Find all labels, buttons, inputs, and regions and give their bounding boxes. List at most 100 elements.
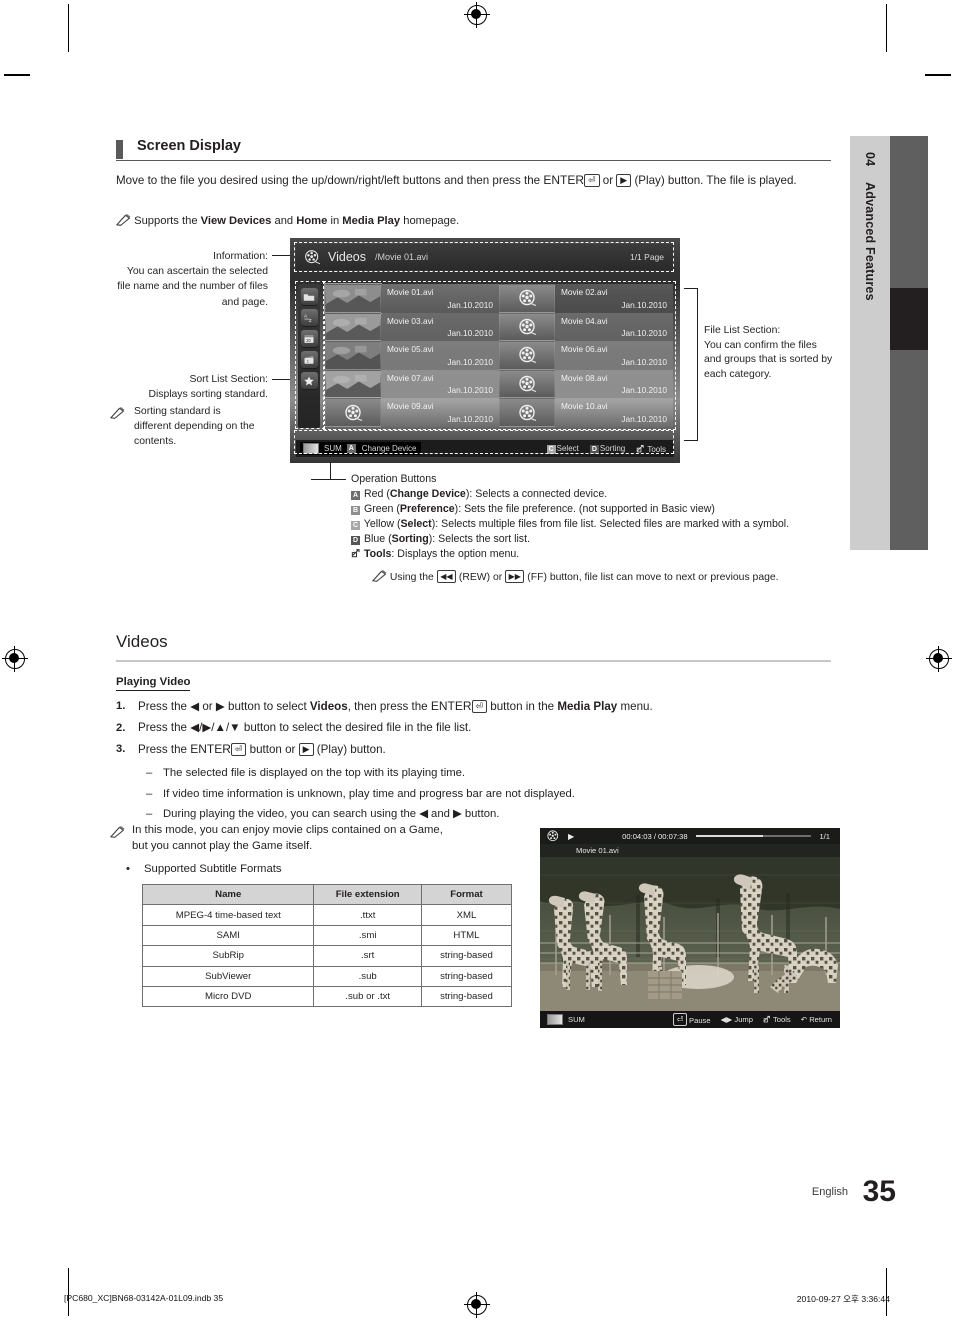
film-reel-icon: [547, 829, 559, 841]
step-3-enter: ENTER: [190, 742, 231, 756]
tv-screen-mockup: Videos /Movie 01.avi 1/1 Page AZ 30 1 Mo…: [290, 238, 680, 463]
table-row: SubRip .srt string-based: [141, 945, 513, 967]
registration-mark-bottom: [464, 1292, 490, 1318]
jump-label: Jump: [734, 1015, 753, 1024]
table-cell-name: MPEG-4 time-based text: [141, 904, 315, 926]
game-note-line2: but you cannot play the Game itself.: [132, 840, 313, 852]
subtitle-formats-bullet: • Supported Subtitle Formats: [126, 861, 526, 877]
intro-text-3: (Play) button. The file is played.: [631, 174, 797, 187]
operation-button-item: C Yellow (Select): Selects multiple file…: [351, 518, 790, 530]
play-key-icon: ▶: [298, 743, 314, 756]
step-1-t6: menu.: [617, 700, 653, 713]
print-slug-right: 2010-09-27 오후 3:36:44: [796, 1294, 890, 1304]
note-ff-text-3: ) button, file list can move to next or …: [543, 572, 779, 584]
return-button[interactable]: ↶ Return: [801, 1015, 832, 1024]
step-2-t1: Press the: [138, 721, 191, 734]
op-action-sorting: Sorting: [391, 533, 429, 545]
registration-mark-top: [464, 2, 490, 28]
direction-arrows-icon: ◀/▶/▲/▼: [190, 721, 241, 734]
callout-information-line2: You can ascertain the selected: [126, 266, 268, 278]
intro-text-1: Move to the file you desired using the u…: [116, 174, 544, 187]
note-text-4: homepage.: [400, 215, 460, 228]
table-cell-format: XML: [420, 904, 513, 926]
pause-button[interactable]: ⏎ Pause: [673, 1013, 711, 1026]
enter-key-icon: ⏎: [230, 743, 247, 756]
callout-sort-note-line1: Sorting standard is: [134, 406, 221, 417]
table-cell-extension: .ttxt: [313, 904, 422, 926]
callout-file-list: File List Section: You can confirm the f…: [704, 324, 849, 382]
giraffe-video-frame: [540, 857, 840, 1011]
op-action-tools: Tools: [363, 548, 392, 560]
dash-marker: –: [146, 767, 153, 779]
tools-icon: [763, 1015, 770, 1023]
enter-label: ENTER: [543, 173, 584, 187]
player-filename-bar: Movie 01.avi: [540, 844, 840, 857]
op-desc-sorting: Selects the sort list.: [438, 533, 530, 545]
right-arrow-icon: ▶: [215, 700, 225, 713]
video-player-mockup: ▶ 00:04:03 / 00:07:38 1/1 Movie 01.avi S…: [540, 828, 840, 1028]
operation-buttons-leader-h: [311, 479, 346, 480]
yellow-key-icon: C: [351, 521, 360, 530]
fast-forward-key-icon: ▶▶: [505, 570, 525, 584]
table-row: SAMI .smi HTML: [141, 924, 513, 947]
step-3-number: 3.: [116, 743, 126, 755]
table-body: MPEG-4 time-based text .ttxt XML SAMI .smi HT…: [141, 904, 513, 1008]
step-3-t3: (Play) button.: [313, 743, 386, 756]
dash-marker: –: [146, 787, 153, 800]
bullet-text-1: The selected file is displayed on the to…: [163, 767, 466, 779]
op-action-change-device: Change Device: [389, 488, 466, 500]
callout-file-list-leader-top: [684, 288, 698, 289]
table-cell-format: string-based: [420, 985, 513, 1008]
player-page: 1/1: [819, 831, 830, 841]
file-list-highlight-box: [323, 281, 676, 430]
op-color-blue: Blue: [363, 533, 386, 545]
step-3: 3. Press the ENTER ⏎ button or ▶ (Play) b…: [116, 741, 831, 758]
operation-button-item: A Red (Change Device): Selects a connect…: [351, 488, 608, 500]
table-header-extension: File extension: [313, 883, 422, 906]
op-color-green: Green: [363, 503, 394, 515]
table-cell-extension: .sub or .txt: [313, 985, 422, 1008]
crop-mark-top-right-h: [925, 74, 951, 76]
step-1-t1: Press the: [138, 700, 191, 713]
step-1-t3: button to select: [224, 700, 310, 713]
playing-video-steps: 1. Press the ◀ or ▶ button to select Vid…: [116, 698, 831, 827]
playing-video-subheading: Playing Video: [116, 676, 191, 691]
tools-button[interactable]: Tools: [763, 1015, 791, 1024]
heading-accent-bar: [116, 140, 123, 159]
bullet-item: – The selected file is displayed on the t…: [144, 765, 831, 781]
intro-paragraph: Move to the file you desired using the u…: [116, 172, 832, 189]
table-cell-name: SubViewer: [141, 965, 315, 987]
step-1: 1. Press the ◀ or ▶ button to select Vid…: [116, 698, 831, 715]
progress-bar[interactable]: [695, 835, 812, 837]
blue-key-icon: D: [351, 536, 360, 545]
videos-heading: Videos: [116, 632, 168, 651]
table-cell-extension: .srt: [313, 945, 422, 967]
step-2: 2. Press the ◀/▶/▲/▼ button to select th…: [116, 720, 831, 736]
callout-sort-note: Sorting standard is different depending …: [110, 404, 280, 449]
table-cell-extension: .sub: [313, 965, 422, 987]
player-footer-bar: SUM ⏎ Pause ◀▶ Jump Tools ↶ Return: [540, 1011, 840, 1028]
callout-file-list-line2: You can confirm the files: [704, 339, 817, 351]
callout-file-list-leader-bottom: [684, 440, 698, 441]
op-action-preference: Preference: [399, 503, 455, 515]
green-key-icon: B: [351, 506, 360, 515]
bullet-text-3: During playing the video, you can search…: [163, 808, 500, 820]
callout-file-list-line1: File List Section:: [704, 325, 781, 336]
subtitle-bullet-text: Supported Subtitle Formats: [144, 863, 282, 875]
table-cell-format: HTML: [420, 924, 513, 947]
jump-button[interactable]: ◀▶ Jump: [721, 1015, 753, 1024]
videos-heading-rule: [116, 660, 831, 662]
rewind-key-icon: ◀◀: [436, 570, 456, 584]
subtitle-formats-table: Name File extension Format MPEG-4 time-b…: [141, 883, 513, 1008]
player-filename: Movie 01.avi: [576, 846, 619, 855]
pencil-note-icon-4: [110, 825, 125, 838]
table-header-row: Name File extension Format: [141, 883, 513, 906]
step-1-t2: or: [199, 700, 216, 713]
table-cell-name: SubRip: [141, 945, 315, 967]
step-1-number: 1.: [116, 700, 126, 712]
jump-arrows-icon: ◀▶: [720, 1015, 733, 1024]
operation-buttons-leader-v: [330, 462, 331, 479]
chapter-tab: 04 Advanced Features: [850, 136, 890, 550]
progress-fill: [695, 835, 763, 837]
callout-sort-list: Sort List Section: Displays sorting stan…: [108, 372, 268, 402]
